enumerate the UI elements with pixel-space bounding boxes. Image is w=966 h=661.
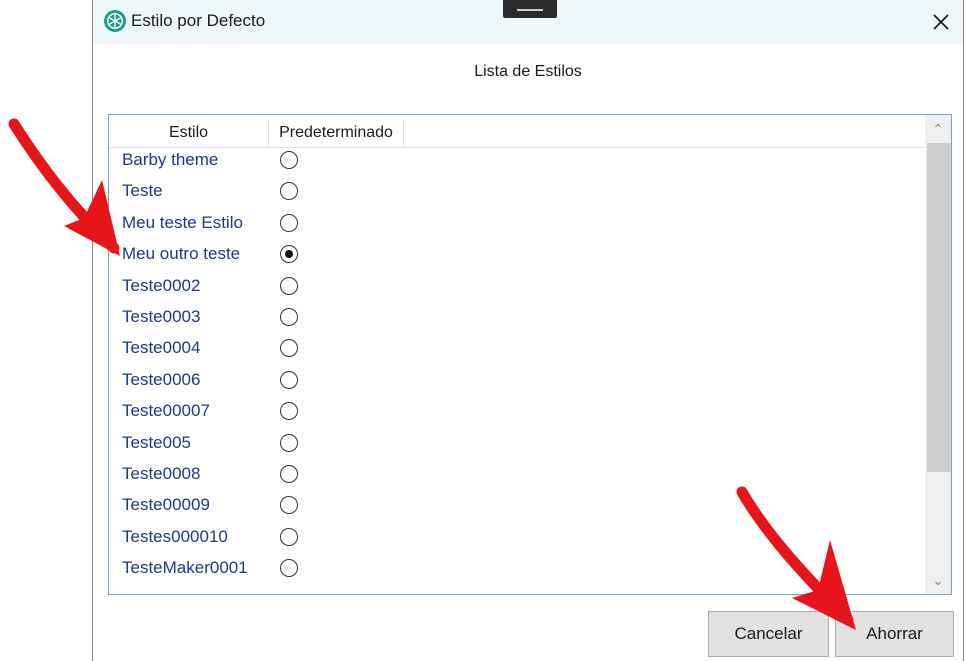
- table-header: Estilo Predeterminado: [109, 119, 925, 148]
- style-dialog: Estilo por Defecto Lista de Estilos Esti…: [92, 0, 964, 661]
- app-icon: [104, 10, 126, 32]
- title-bar: Estilo por Defecto: [93, 0, 963, 44]
- window-grip[interactable]: [503, 0, 557, 18]
- style-name[interactable]: Teste005: [122, 433, 191, 453]
- style-name[interactable]: Teste00009: [122, 495, 210, 515]
- default-radio[interactable]: [280, 496, 298, 515]
- default-radio[interactable]: [280, 402, 298, 421]
- vertical-scrollbar[interactable]: ⌃ ⌄: [925, 115, 951, 594]
- table-row[interactable]: Teste0006: [109, 367, 925, 398]
- table-row[interactable]: Teste005: [109, 430, 925, 461]
- table-row[interactable]: Teste0002: [109, 273, 925, 304]
- style-name[interactable]: Teste0008: [122, 464, 200, 484]
- close-icon[interactable]: [927, 8, 955, 36]
- scroll-up-icon[interactable]: ⌃: [930, 121, 946, 137]
- style-name[interactable]: TesteMaker0001: [122, 558, 248, 578]
- style-name[interactable]: Teste0006: [122, 370, 200, 390]
- default-radio[interactable]: [280, 276, 298, 295]
- table-row[interactable]: TesteMaker0001: [109, 555, 925, 586]
- styles-table: Estilo Predeterminado Barby theme Teste Me…: [108, 114, 952, 595]
- default-radio[interactable]: [280, 307, 298, 326]
- default-radio[interactable]: [280, 370, 298, 389]
- save-button[interactable]: Ahorrar: [835, 611, 954, 657]
- table-row[interactable]: Teste0008: [109, 461, 925, 492]
- style-name[interactable]: Teste0003: [122, 307, 200, 327]
- default-radio[interactable]: [280, 339, 298, 358]
- table-row[interactable]: Meu outro teste: [109, 241, 925, 272]
- table-row[interactable]: Teste00007: [109, 398, 925, 429]
- style-name[interactable]: Teste0002: [122, 276, 200, 296]
- table-row[interactable]: Teste0003: [109, 304, 925, 335]
- scroll-down-icon[interactable]: ⌄: [930, 572, 946, 588]
- table-row[interactable]: Testes000010: [109, 524, 925, 555]
- style-name[interactable]: Meu teste Estilo: [122, 213, 243, 233]
- style-name[interactable]: Testes000010: [122, 527, 228, 547]
- table-row[interactable]: Meu teste Estilo: [109, 210, 925, 241]
- default-radio[interactable]: [280, 151, 298, 169]
- style-name[interactable]: Meu outro teste: [122, 244, 240, 264]
- default-radio[interactable]: [280, 433, 298, 452]
- style-name[interactable]: Barby theme: [122, 150, 218, 170]
- default-radio[interactable]: [280, 559, 298, 578]
- style-name[interactable]: Teste: [122, 181, 163, 201]
- default-radio[interactable]: [280, 245, 298, 264]
- default-radio[interactable]: [280, 213, 298, 232]
- table-row[interactable]: Teste00009: [109, 492, 925, 523]
- table-row[interactable]: Teste0004: [109, 335, 925, 366]
- cancel-button[interactable]: Cancelar: [708, 611, 829, 657]
- table-row[interactable]: Barby theme: [109, 147, 925, 178]
- list-title: Lista de Estilos: [474, 63, 582, 80]
- scrollbar-thumb[interactable]: [927, 143, 951, 472]
- style-name[interactable]: Teste0004: [122, 338, 200, 358]
- column-header-estilo[interactable]: Estilo: [109, 119, 269, 147]
- table-row[interactable]: Teste: [109, 178, 925, 209]
- style-name[interactable]: Teste00007: [122, 401, 210, 421]
- default-radio[interactable]: [280, 464, 298, 483]
- table-rows: Barby theme Teste Meu teste Estilo Meu outr…: [109, 147, 925, 586]
- column-header-predeterminado[interactable]: Predeterminado: [269, 119, 404, 147]
- window-title: Estilo por Defecto: [131, 11, 266, 30]
- default-radio[interactable]: [280, 527, 298, 546]
- default-radio[interactable]: [280, 182, 298, 201]
